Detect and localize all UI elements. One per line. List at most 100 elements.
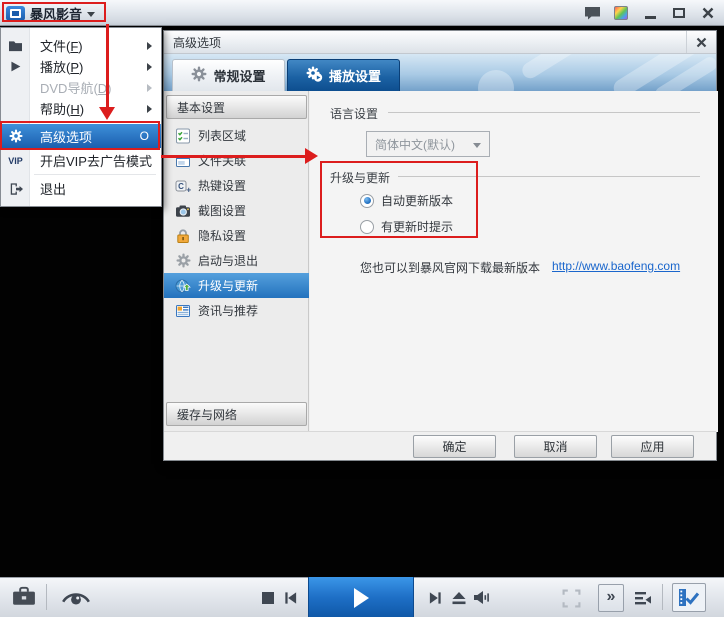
submenu-arrow-icon bbox=[147, 41, 152, 50]
sidebar-item-startup-exit[interactable]: 启动与退出 bbox=[164, 248, 309, 273]
sidebar-item-label: 启动与退出 bbox=[198, 254, 259, 268]
gear-play-icon bbox=[306, 66, 323, 85]
vip-icon: VIP bbox=[8, 155, 23, 166]
sidebar-group-cache-network[interactable]: 缓存与网络 bbox=[166, 402, 307, 426]
submenu-arrow-icon bbox=[147, 104, 152, 113]
dialog-tab-bar: 常规设置 播放设置 bbox=[164, 54, 716, 91]
footer-divider bbox=[164, 431, 716, 432]
menu-item-exit[interactable]: 退出 bbox=[1, 178, 161, 199]
group-divider bbox=[388, 112, 700, 113]
list-area-icon bbox=[175, 128, 191, 144]
language-select[interactable]: 简体中文(默认) bbox=[366, 131, 490, 157]
stop-button[interactable] bbox=[262, 592, 274, 604]
menu-item-play[interactable]: 播放(P) bbox=[1, 56, 161, 77]
folder-icon bbox=[1, 39, 30, 52]
minimize-button[interactable] bbox=[640, 3, 660, 23]
sidebar-item-label: 隐私设置 bbox=[198, 229, 247, 243]
tab-playback-settings[interactable]: 播放设置 bbox=[287, 59, 400, 91]
sidebar-item-label: 截图设置 bbox=[198, 204, 247, 218]
toolbox-icon[interactable] bbox=[12, 585, 36, 607]
menu-item-vip-mode[interactable]: VIP 开启VIP去广告模式 bbox=[1, 150, 161, 171]
gear-icon bbox=[175, 253, 191, 269]
skin-icon[interactable] bbox=[611, 3, 631, 23]
sidebar-item-file-association[interactable]: 文件关联 bbox=[164, 148, 309, 173]
lock-icon bbox=[175, 228, 191, 244]
advanced-options-dialog: 高级选项 常规设置 播放设置 基本设置 列表区域 文件关联 C + 热键设置 截… bbox=[163, 30, 718, 461]
menu-item-file[interactable]: 文件(F) bbox=[1, 35, 161, 56]
sidebar-group-basic[interactable]: 基本设置 bbox=[166, 95, 307, 119]
annotation-arrow-head-right bbox=[305, 148, 318, 164]
svg-text:C: C bbox=[178, 181, 184, 190]
more-controls-button[interactable]: » bbox=[598, 584, 624, 612]
tab-label: 播放设置 bbox=[328, 69, 381, 84]
maximize-button[interactable] bbox=[669, 3, 689, 23]
menu-item-label: 开启VIP去广告模式 bbox=[40, 154, 152, 169]
player-controls: » bbox=[0, 577, 724, 617]
menu-item-label: 帮助(H) bbox=[40, 102, 85, 117]
main-menu: 文件(F) 播放(P) DVD导航(D) 帮助(H) 高级选项 O VIP 开启… bbox=[0, 27, 162, 207]
eye-icon[interactable] bbox=[60, 588, 92, 608]
menu-item-help[interactable]: 帮助(H) bbox=[1, 98, 161, 119]
screenshot-icon bbox=[175, 203, 191, 219]
sidebar-item-hotkeys[interactable]: C + 热键设置 bbox=[164, 173, 309, 198]
sidebar-item-privacy[interactable]: 隐私设置 bbox=[164, 223, 309, 248]
update-globe-icon bbox=[175, 278, 191, 294]
annotation-arrow-line-horizontal bbox=[161, 155, 306, 158]
dialog-close-button[interactable] bbox=[686, 31, 716, 53]
download-hint: 您也可以到暴风官网下载最新版本 bbox=[360, 261, 541, 275]
language-group-label: 语言设置 bbox=[330, 107, 379, 121]
playlist-panel-toggle[interactable] bbox=[672, 583, 706, 612]
menu-item-label: 退出 bbox=[40, 182, 67, 197]
play-button[interactable] bbox=[308, 577, 414, 617]
feedback-icon[interactable] bbox=[582, 3, 602, 23]
menu-item-dvd[interactable]: DVD导航(D) bbox=[1, 77, 161, 98]
sidebar-item-label: 列表区域 bbox=[198, 129, 247, 143]
apply-button[interactable]: 应用 bbox=[611, 435, 694, 458]
play-icon bbox=[1, 60, 30, 73]
sidebar-item-label: 资讯与推荐 bbox=[198, 304, 259, 318]
close-button[interactable] bbox=[698, 3, 718, 23]
header-decoration bbox=[456, 54, 716, 91]
annotation-box-logo bbox=[2, 2, 106, 22]
annotation-arrow-line-vertical bbox=[106, 24, 109, 107]
tab-general-settings[interactable]: 常规设置 bbox=[172, 59, 285, 91]
dialog-title: 高级选项 bbox=[173, 35, 222, 50]
playlist-icon[interactable] bbox=[634, 590, 652, 607]
separator bbox=[46, 584, 47, 610]
menu-item-label: DVD导航(D) bbox=[40, 81, 112, 96]
menu-separator bbox=[34, 174, 156, 175]
chevron-down-icon bbox=[473, 143, 481, 148]
news-icon bbox=[175, 303, 191, 319]
submenu-arrow-icon bbox=[147, 62, 152, 71]
window-controls bbox=[582, 0, 718, 26]
cancel-button[interactable]: 取消 bbox=[514, 435, 597, 458]
sidebar-item-news[interactable]: 资讯与推荐 bbox=[164, 298, 309, 323]
exit-icon bbox=[1, 182, 30, 196]
language-select-value: 简体中文(默认) bbox=[375, 137, 455, 152]
sidebar-item-list-area[interactable]: 列表区域 bbox=[164, 123, 309, 148]
titlebar: 暴风影音 bbox=[0, 0, 724, 26]
next-button[interactable] bbox=[428, 591, 443, 605]
tab-label: 常规设置 bbox=[213, 69, 266, 84]
eject-button[interactable] bbox=[451, 591, 467, 605]
annotation-box-advanced-options bbox=[0, 121, 160, 150]
download-link[interactable]: http://www.baofeng.com bbox=[552, 259, 680, 273]
hotkey-icon: C + bbox=[175, 178, 191, 194]
separator bbox=[662, 584, 663, 610]
sidebar-item-label: 热键设置 bbox=[198, 179, 247, 193]
dialog-titlebar: 高级选项 bbox=[164, 31, 716, 54]
ok-button[interactable]: 确定 bbox=[413, 435, 496, 458]
annotation-arrow-head-down bbox=[99, 107, 115, 120]
previous-button[interactable] bbox=[283, 591, 298, 605]
sidebar-item-update[interactable]: 升级与更新 bbox=[164, 273, 309, 298]
volume-icon[interactable] bbox=[473, 589, 491, 606]
fullscreen-icon[interactable] bbox=[562, 589, 581, 608]
submenu-arrow-icon bbox=[147, 83, 152, 92]
sidebar-item-screenshot[interactable]: 截图设置 bbox=[164, 198, 309, 223]
app-window: 暴风影音 文件(F) 播放(P) DVD导航(D) 帮助(H) 高级选项 O V… bbox=[0, 0, 724, 617]
svg-text:+: + bbox=[186, 184, 191, 194]
menu-item-label: 文件(F) bbox=[40, 39, 83, 54]
sidebar-item-label: 升级与更新 bbox=[198, 279, 259, 293]
menu-item-label: 播放(P) bbox=[40, 60, 84, 75]
annotation-box-update-section bbox=[320, 161, 478, 238]
